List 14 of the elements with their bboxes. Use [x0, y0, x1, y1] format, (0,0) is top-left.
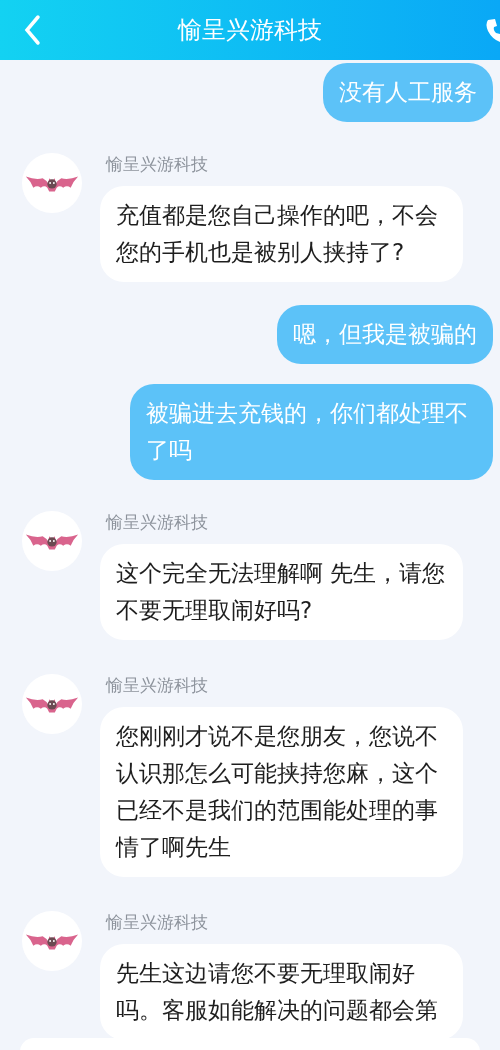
received-message-bubble: 这个完全无法理解啊 先生，请您不要无理取闹好吗?	[100, 544, 464, 640]
sent-message-bubble: 嗯，但我是被骗的	[277, 305, 493, 364]
chat-title: 愉呈兴游科技	[178, 15, 322, 46]
received-message-bubble: 充值都是您自己操作的吧，不会您的手机也是被别人挟持了?	[100, 186, 464, 282]
sender-name: 愉呈兴游科技	[106, 153, 209, 176]
sent-message-bubble: 被骗进去充钱的，你们都处理不了吗	[129, 384, 493, 480]
phone-icon[interactable]	[485, 18, 500, 44]
sender-name: 愉呈兴游科技	[106, 674, 209, 697]
back-icon[interactable]	[22, 14, 42, 46]
sent-message-bubble: 没有人工服务	[323, 63, 493, 122]
received-message-bubble: 您刚刚才说不是您朋友，您说不认识那怎么可能挟持您麻，这个已经不是我们的范围能处理的事情了啊先生	[100, 707, 464, 877]
sender-name: 愉呈兴游科技	[106, 511, 209, 534]
sender-name: 愉呈兴游科技	[106, 911, 209, 934]
received-message-bubble: 先生这边请您不要无理取闹好吗。客服如能解决的问题都会第	[100, 944, 464, 1040]
